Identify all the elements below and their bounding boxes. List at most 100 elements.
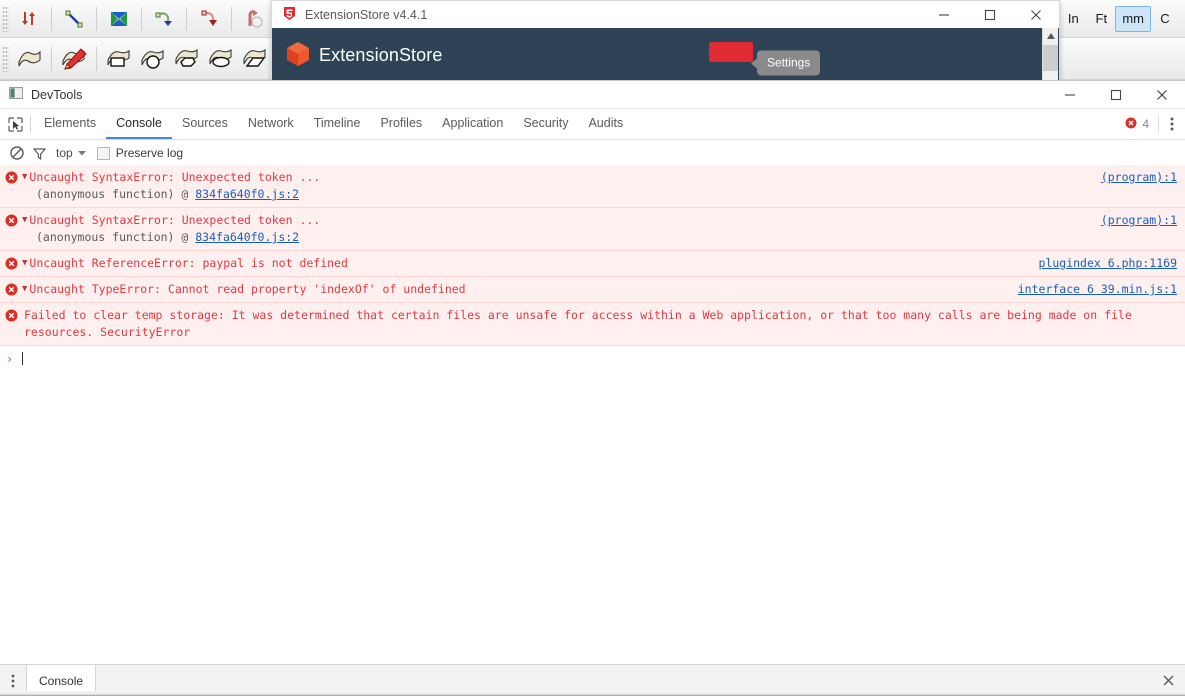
error-circle-icon — [5, 214, 18, 227]
unit-button-mm[interactable]: mm — [1115, 6, 1151, 32]
toolbar-separator — [96, 47, 97, 71]
extensionstore-cube-icon — [286, 41, 310, 70]
bend-tool[interactable] — [237, 4, 271, 34]
error-count-badge[interactable]: 4 — [1116, 109, 1158, 139]
clear-console-icon[interactable] — [6, 142, 28, 164]
devtools-more-menu-icon[interactable] — [1159, 109, 1185, 139]
expand-twisty-icon[interactable]: ▼ — [22, 255, 27, 272]
devtools-close-button[interactable] — [1139, 81, 1185, 108]
console-message-row[interactable]: Failed to clear temp storage: It was det… — [0, 303, 1185, 346]
console-message-row[interactable]: ▼ Uncaught ReferenceError: paypal is not… — [0, 251, 1185, 277]
expand-twisty-icon[interactable]: ▼ — [22, 281, 27, 298]
scroll-up-arrow-icon[interactable] — [1043, 28, 1058, 44]
console-source-link[interactable]: plugindex 6.php:1169 — [1039, 255, 1177, 272]
tab-label: Sources — [182, 116, 228, 130]
extensionstore-header-bar: ExtensionStore Settings — [271, 28, 1060, 84]
rotate-cw-tool[interactable] — [192, 4, 226, 34]
tab-console[interactable]: Console — [106, 109, 172, 139]
console-message-text: Uncaught SyntaxError: Unexpected token .… — [29, 169, 320, 186]
mirror-tool[interactable] — [102, 4, 136, 34]
devtools-titlebar[interactable]: DevTools — [0, 81, 1185, 109]
tab-label: Elements — [44, 116, 96, 130]
rotate-ccw-tool[interactable] — [147, 4, 181, 34]
extensionstore-title: ExtensionStore v4.4.1 — [305, 8, 921, 22]
unit-button-group: In Ft mm C — [1048, 6, 1185, 32]
extensionstore-titlebar[interactable]: ExtensionStore v4.4.1 — [271, 0, 1060, 28]
console-context-selector[interactable]: top — [56, 146, 73, 160]
preserve-log-label: Preserve log — [116, 146, 183, 160]
extensionstore-scrollbar[interactable] — [1042, 28, 1058, 83]
unit-button-ft[interactable]: Ft — [1087, 6, 1115, 32]
toolbar-separator — [51, 47, 52, 71]
scrollbar-thumb[interactable] — [1043, 45, 1058, 71]
tab-label: Audits — [588, 116, 623, 130]
tab-label: Timeline — [314, 116, 361, 130]
tab-sources[interactable]: Sources — [172, 109, 238, 139]
devtools-window: DevTools Elements Console Sources Networ… — [0, 80, 1185, 696]
move-diagonal-tool[interactable] — [57, 4, 91, 34]
error-circle-icon — [1125, 117, 1137, 132]
console-stack-line: (anonymous function) @ 834fa640f0.js:2 — [0, 186, 1185, 203]
tab-application[interactable]: Application — [432, 109, 513, 139]
extensionstore-logo-icon — [282, 6, 297, 24]
extrude-parallelogram-tool[interactable] — [238, 44, 272, 74]
stack-source-link[interactable]: 834fa640f0.js:2 — [195, 230, 299, 244]
sketch-pencil-tool[interactable] — [57, 44, 91, 74]
extensionstore-close-button[interactable] — [1013, 1, 1059, 28]
error-count-label: 4 — [1142, 117, 1149, 131]
flip-direction-tool[interactable] — [12, 4, 46, 34]
console-source-link[interactable]: (program):1 — [1101, 212, 1177, 229]
inspect-element-icon[interactable] — [0, 109, 30, 139]
extensionstore-minimize-button[interactable] — [921, 1, 967, 28]
console-message-row[interactable]: ▼ Uncaught TypeError: Cannot read proper… — [0, 277, 1185, 303]
tab-label: Security — [523, 116, 568, 130]
unit-button-in[interactable]: In — [1059, 6, 1087, 32]
expand-twisty-icon[interactable]: ▼ — [22, 169, 27, 186]
toolbar-separator — [51, 7, 52, 31]
console-message-row[interactable]: ▼ Uncaught SyntaxError: Unexpected token… — [0, 208, 1185, 251]
devtools-maximize-button[interactable] — [1093, 81, 1139, 108]
tab-profiles[interactable]: Profiles — [370, 109, 432, 139]
toolbar-grip[interactable] — [2, 46, 9, 72]
console-source-link[interactable]: interface 6 39.min.js:1 — [1018, 281, 1177, 298]
unit-label: C — [1160, 11, 1169, 26]
devtools-app-icon — [9, 86, 23, 103]
extrude-circle-tool[interactable] — [136, 44, 170, 74]
tab-security[interactable]: Security — [513, 109, 578, 139]
tab-label: Console — [116, 116, 162, 130]
tab-label: Network — [248, 116, 294, 130]
tab-audits[interactable]: Audits — [578, 109, 633, 139]
surface-sheet-tool[interactable] — [12, 44, 46, 74]
settings-button[interactable] — [709, 42, 753, 62]
tab-label: Profiles — [380, 116, 422, 130]
console-message-text: Uncaught SyntaxError: Unexpected token .… — [29, 212, 320, 229]
extensionstore-brand[interactable]: ExtensionStore — [286, 41, 442, 70]
console-context-label: top — [56, 146, 73, 160]
tab-timeline[interactable]: Timeline — [304, 109, 371, 139]
extrude-ellipse-tool[interactable] — [204, 44, 238, 74]
devtools-minimize-button[interactable] — [1047, 81, 1093, 108]
tab-elements[interactable]: Elements — [34, 109, 106, 139]
error-circle-icon — [5, 309, 18, 322]
unit-button-c[interactable]: C — [1151, 6, 1179, 32]
extrude-hex-tool[interactable] — [170, 44, 204, 74]
tab-network[interactable]: Network — [238, 109, 304, 139]
toolbar-separator — [186, 7, 187, 31]
console-message-list[interactable]: ▼ Uncaught SyntaxError: Unexpected token… — [0, 165, 1185, 665]
devtools-title: DevTools — [31, 88, 1047, 102]
chevron-down-icon[interactable] — [73, 150, 91, 156]
toolbar-grip[interactable] — [2, 6, 9, 32]
console-source-link[interactable]: (program):1 — [1101, 169, 1177, 186]
unit-label: Ft — [1096, 11, 1108, 26]
error-circle-icon — [5, 171, 18, 184]
prompt-chevron-icon: › — [6, 352, 13, 366]
console-message-row[interactable]: ▼ Uncaught SyntaxError: Unexpected token… — [0, 165, 1185, 208]
preserve-log-checkbox[interactable]: Preserve log — [97, 146, 183, 160]
console-message-text: Uncaught ReferenceError: paypal is not d… — [29, 255, 348, 272]
extrude-rect-tool[interactable] — [102, 44, 136, 74]
console-input-prompt[interactable]: › — [0, 346, 1185, 371]
expand-twisty-icon[interactable]: ▼ — [22, 212, 27, 229]
stack-source-link[interactable]: 834fa640f0.js:2 — [195, 187, 299, 201]
filter-funnel-icon[interactable] — [28, 142, 50, 164]
extensionstore-maximize-button[interactable] — [967, 1, 1013, 28]
